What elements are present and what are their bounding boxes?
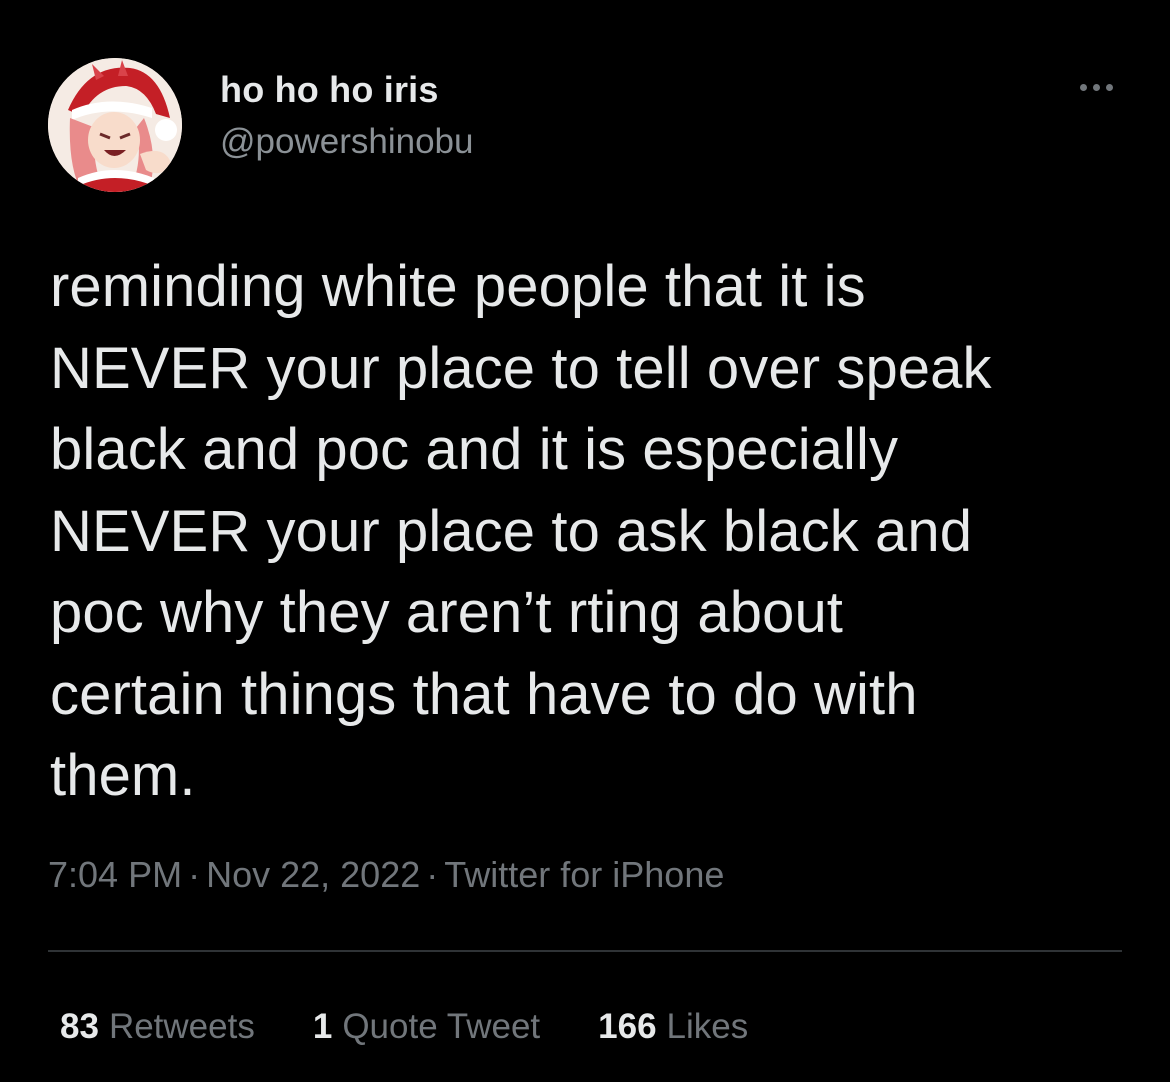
likes-label: Likes xyxy=(666,1007,749,1046)
quote-tweets-label: Quote Tweet xyxy=(342,1007,541,1046)
user-names: ho ho ho iris @powershinobu xyxy=(220,68,473,164)
more-dot xyxy=(1079,83,1087,91)
tweet-time[interactable]: 7:04 PM xyxy=(48,854,182,895)
retweets-count: 83 xyxy=(60,1007,99,1046)
meta-separator: · xyxy=(188,854,201,895)
tweet-text: reminding white people that it is NEVER … xyxy=(50,254,992,808)
user-handle[interactable]: @powershinobu xyxy=(220,120,473,164)
more-dot xyxy=(1105,83,1113,91)
more-dot xyxy=(1092,83,1100,91)
quote-tweets-count: 1 xyxy=(312,1007,333,1046)
likes-stat[interactable]: 166 Likes xyxy=(598,1004,748,1050)
divider xyxy=(48,950,1122,952)
tweet-meta: 7:04 PM · Nov 22, 2022 · Twitter for iPhone xyxy=(48,852,724,898)
quote-tweets-stat[interactable]: 1 Quote Tweet xyxy=(313,1004,540,1050)
tweet-header: ho ho ho iris @powershinobu xyxy=(48,58,1122,193)
tweet-date[interactable]: Nov 22, 2022 xyxy=(206,854,420,895)
retweets-label: Retweets xyxy=(108,1007,255,1046)
tweet-stats: 83 Retweets 1 Quote Tweet 166 Likes xyxy=(60,1004,748,1050)
tweet-source[interactable]: Twitter for iPhone xyxy=(444,854,724,895)
tweet-detail: ho ho ho iris @powershinobu reminding wh… xyxy=(0,0,1170,1082)
retweets-stat[interactable]: 83 Retweets xyxy=(60,1004,255,1050)
more-options-icon[interactable] xyxy=(1076,80,1116,94)
display-name[interactable]: ho ho ho iris xyxy=(220,68,473,112)
avatar[interactable] xyxy=(48,58,182,192)
meta-separator: · xyxy=(426,854,439,895)
avatar-image xyxy=(48,58,182,192)
likes-count: 166 xyxy=(598,1007,657,1046)
